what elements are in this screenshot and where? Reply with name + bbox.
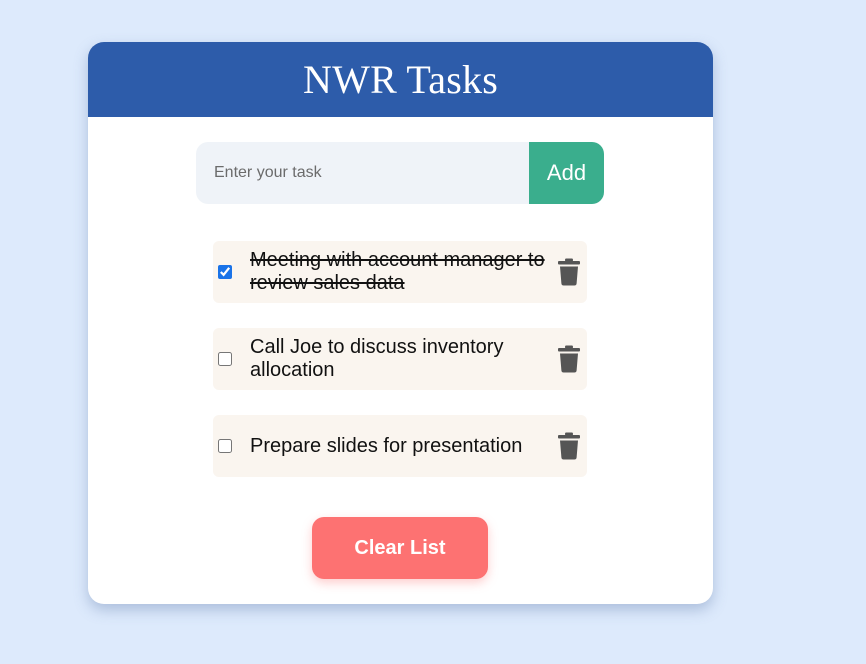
task-item: Meeting with account manager to review s… [213, 241, 587, 303]
task-list: Meeting with account manager to review s… [213, 241, 587, 502]
task-text: Prepare slides for presentation [250, 434, 523, 457]
trash-icon[interactable] [557, 258, 581, 286]
task-input[interactable] [196, 142, 529, 204]
task-item: Prepare slides for presentation [213, 415, 587, 477]
task-checkbox[interactable] [218, 352, 232, 366]
todo-card: NWR Tasks Add Meeting with account manag… [88, 42, 713, 604]
clear-list-button[interactable]: Clear List [312, 517, 488, 579]
app-title: NWR Tasks [303, 57, 498, 102]
trash-icon[interactable] [557, 432, 581, 460]
add-button[interactable]: Add [529, 142, 604, 204]
task-input-row: Add [196, 142, 604, 204]
header: NWR Tasks [88, 42, 713, 117]
task-text: Meeting with account manager to review s… [250, 249, 545, 294]
task-checkbox[interactable] [218, 265, 232, 279]
trash-icon[interactable] [557, 345, 581, 373]
task-text: Call Joe to discuss inventory allocation [250, 336, 504, 381]
task-item: Call Joe to discuss inventory allocation [213, 328, 587, 390]
task-checkbox[interactable] [218, 439, 232, 453]
